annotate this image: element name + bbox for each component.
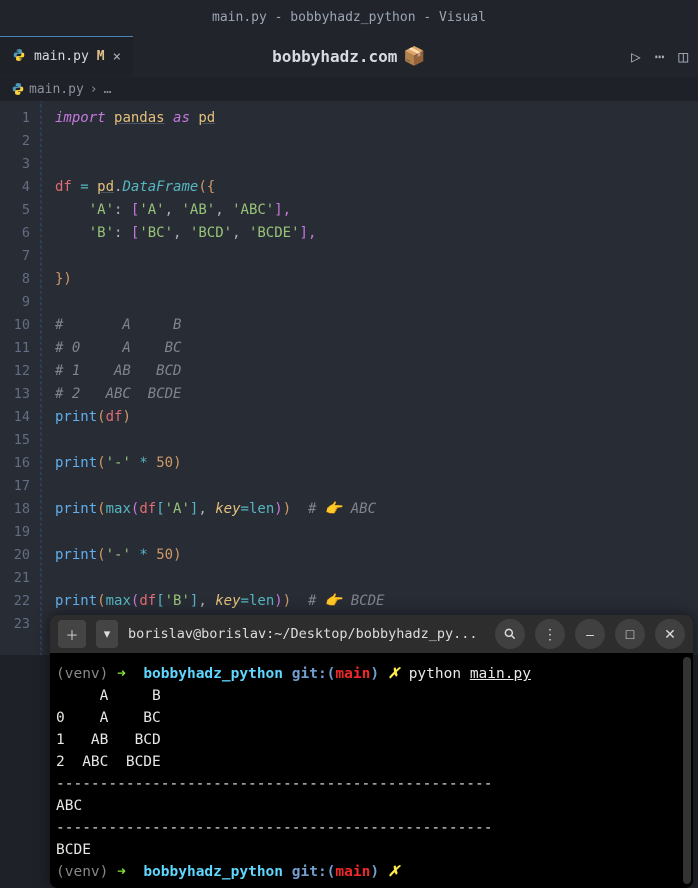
split-icon[interactable]: ◫ (678, 47, 688, 66)
line-number: 8 (0, 268, 30, 291)
code-line (40, 153, 698, 176)
code-line: # 1 AB BCD (40, 360, 698, 383)
line-number: 9 (0, 291, 30, 314)
line-number: 10 (0, 314, 30, 337)
code-line: # 0 A BC (40, 337, 698, 360)
tab-modified-indicator: M (97, 49, 105, 64)
code-line (40, 475, 698, 498)
terminal-dropdown-button[interactable]: ▾ (96, 620, 118, 648)
code-line: print(max(df['A'], key=len)) # 👉️ ABC (40, 498, 698, 521)
breadcrumb-ellipsis: … (104, 82, 112, 97)
run-icon[interactable]: ▷ (631, 47, 641, 66)
site-title: bobbyhadz.com 📦 (272, 46, 426, 67)
terminal-minimize-button[interactable]: – (575, 619, 605, 649)
code-line (40, 429, 698, 452)
code-line: # A B (40, 314, 698, 337)
code-line: print(df) (40, 406, 698, 429)
line-number: 2 (0, 130, 30, 153)
line-number: 21 (0, 567, 30, 590)
terminal-header: ＋ ▾ borislav@borislav:~/Desktop/bobbyhad… (50, 615, 693, 653)
code-line: 'B': ['BC', 'BCD', 'BCDE'], (40, 222, 698, 245)
tab-filename: main.py (34, 49, 89, 64)
cube-icon: 📦 (403, 46, 425, 67)
code-line (40, 245, 698, 268)
code-area[interactable]: import pandas as pd df = pd.DataFrame({ … (40, 101, 698, 655)
code-line: print('-' * 50) (40, 544, 698, 567)
code-line (40, 521, 698, 544)
code-line (40, 130, 698, 153)
line-number: 4 (0, 176, 30, 199)
terminal-close-button[interactable]: ✕ (655, 619, 685, 649)
code-line: import pandas as pd (40, 107, 698, 130)
line-number: 5 (0, 199, 30, 222)
code-line (40, 567, 698, 590)
line-number: 17 (0, 475, 30, 498)
code-line: df = pd.DataFrame({ (40, 176, 698, 199)
code-line (40, 291, 698, 314)
code-line: print(max(df['B'], key=len)) # 👉️ BCDE (40, 590, 698, 613)
tab-main-py[interactable]: main.py M × (0, 36, 133, 76)
line-number: 16 (0, 452, 30, 475)
editor-actions: ▷ ⋯ ◫ (631, 47, 688, 66)
line-number: 15 (0, 429, 30, 452)
window-title: main.py - bobbyhadz_python - Visual (212, 10, 486, 25)
line-number: 11 (0, 337, 30, 360)
tab-close-button[interactable]: × (113, 49, 121, 65)
terminal-search-button[interactable] (495, 619, 525, 649)
line-number: 3 (0, 153, 30, 176)
code-line: print('-' * 50) (40, 452, 698, 475)
code-line: 'A': ['A', 'AB', 'ABC'], (40, 199, 698, 222)
window-title-bar: main.py - bobbyhadz_python - Visual (0, 0, 698, 35)
line-number: 13 (0, 383, 30, 406)
site-url: bobbyhadz.com (272, 47, 397, 66)
terminal-menu-button[interactable]: ⋮ (535, 619, 565, 649)
code-line: # 2 ABC BCDE (40, 383, 698, 406)
breadcrumb-file: main.py (29, 82, 84, 97)
breadcrumb-separator: › (90, 82, 98, 97)
gutter: 1 2 3 4 5 6 7 8 9 10 11 12 13 14 15 16 1… (0, 101, 40, 655)
python-icon (10, 81, 26, 97)
line-number: 12 (0, 360, 30, 383)
line-number: 14 (0, 406, 30, 429)
terminal-new-tab-button[interactable]: ＋ (58, 620, 86, 648)
editor[interactable]: 1 2 3 4 5 6 7 8 9 10 11 12 13 14 15 16 1… (0, 101, 698, 655)
terminal-body[interactable]: (venv) ➜ bobbyhadz_python git:(main) ✗ p… (50, 653, 693, 888)
line-number: 19 (0, 521, 30, 544)
python-file-icon (12, 47, 26, 66)
terminal-maximize-button[interactable]: □ (615, 619, 645, 649)
code-line: }) (40, 268, 698, 291)
terminal-title: borislav@borislav:~/Desktop/bobbyhadz_py… (128, 626, 485, 642)
more-icon[interactable]: ⋯ (655, 47, 665, 66)
tab-bar: main.py M × bobbyhadz.com 📦 ▷ ⋯ ◫ (0, 35, 698, 77)
line-number: 22 (0, 590, 30, 613)
line-number: 18 (0, 498, 30, 521)
line-number: 7 (0, 245, 30, 268)
terminal-scrollbar[interactable] (683, 657, 691, 884)
line-number: 1 (0, 107, 30, 130)
terminal-panel: ＋ ▾ borislav@borislav:~/Desktop/bobbyhad… (50, 615, 693, 888)
line-number: 6 (0, 222, 30, 245)
breadcrumb[interactable]: main.py › … (0, 77, 698, 101)
line-number: 23 (0, 613, 30, 636)
line-number: 20 (0, 544, 30, 567)
